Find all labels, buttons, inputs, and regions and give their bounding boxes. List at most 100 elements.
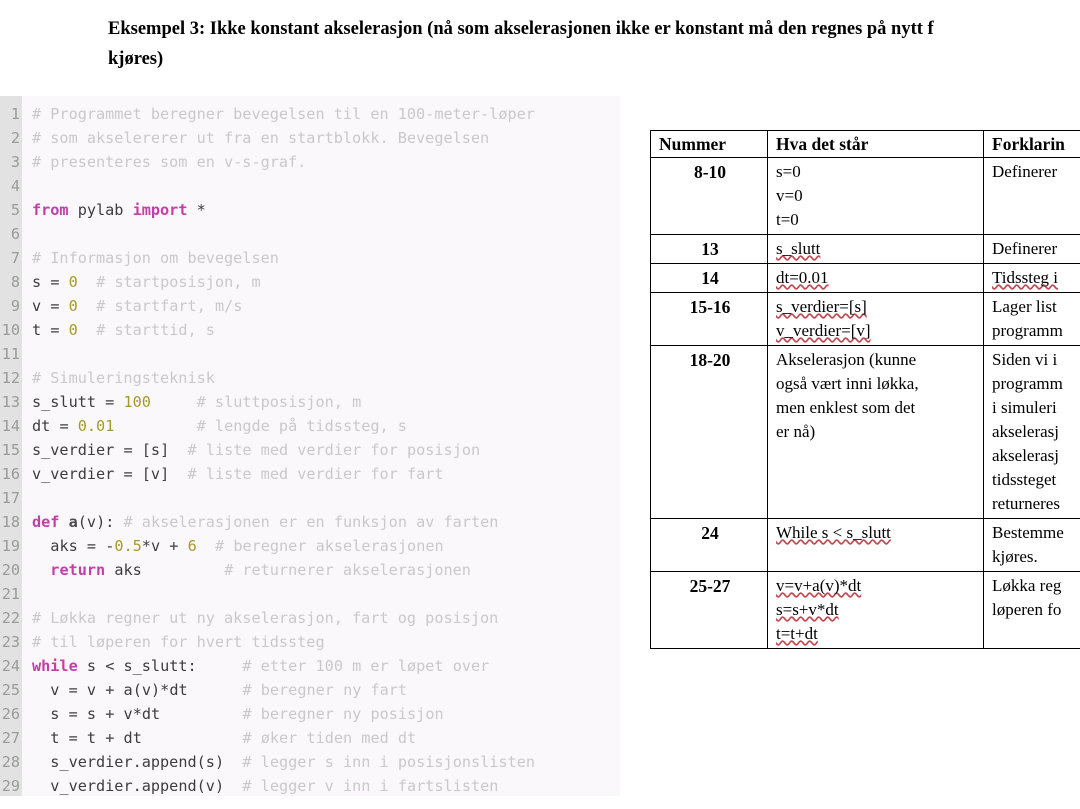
cell-text-line: Definerer bbox=[992, 239, 1058, 258]
line-number: 21 bbox=[1, 585, 20, 603]
cell-text-line: dt=0.01 bbox=[776, 268, 829, 287]
table-row: 13 s_slutt Definerer bbox=[650, 234, 1080, 264]
cell-text-line: Akselerasjon (kunne bbox=[776, 350, 917, 369]
cell-text-line: s=s+v*dt bbox=[776, 600, 839, 619]
cell-text-line: Tidssteg i bbox=[992, 268, 1058, 287]
cell-forklaring: Tidssteg i bbox=[983, 263, 1080, 293]
cell-nummer: 15-16 bbox=[650, 292, 768, 346]
line-number: 11 bbox=[1, 345, 20, 363]
explanation-table-wrapper: Nummer Hva det står Forklarin 8-10 s=0 v=0… bbox=[650, 130, 1080, 649]
cell-text-line: Siden vi i bbox=[992, 350, 1058, 369]
code-line: s_verdier = [s] # liste med verdier for … bbox=[32, 441, 481, 459]
line-number: 24 bbox=[1, 657, 20, 675]
code-line: return aks # returnerer akselerasjonen bbox=[50, 561, 471, 579]
cell-text-line: s_verdier=[s] bbox=[776, 297, 867, 316]
cell-text-line: er nå) bbox=[776, 422, 816, 441]
code-line: # presenteres som en v-s-graf. bbox=[32, 153, 307, 171]
code-line: v_verdier.append(v) # legger v inn i far… bbox=[50, 777, 499, 795]
column-header-nummer: Nummer bbox=[650, 130, 768, 158]
page-title-line-1: Eksempel 3: Ikke konstant akselerasjon (… bbox=[108, 19, 934, 39]
cell-text-line: akselerasj bbox=[992, 422, 1060, 441]
cell-forklaring: Definerer bbox=[983, 234, 1080, 264]
table-row: 8-10 s=0 v=0 t=0 Definerer bbox=[650, 157, 1080, 235]
code-line: # til løperen for hvert tidssteg bbox=[32, 633, 325, 651]
code-line: dt = 0.01 # lengde på tidssteg, s bbox=[32, 417, 407, 435]
cell-text-line: programm bbox=[992, 374, 1063, 393]
line-number: 16 bbox=[1, 465, 20, 483]
cell-text-line: men enklest som det bbox=[776, 398, 916, 417]
line-number: 8 bbox=[10, 273, 20, 291]
code-line: # Programmet beregner bevegelsen til en … bbox=[32, 105, 535, 123]
code-line: # som akselererer ut fra en startblokk. … bbox=[32, 129, 490, 147]
line-number-gutter: 1 2 3 4 5 6 7 8 9 10 11 12 13 14 15 16 17 18 19 20 21 22 23 24 2… bbox=[0, 96, 22, 796]
cell-forklaring: Lager list programm bbox=[983, 292, 1080, 346]
cell-text-line: akselerasj bbox=[992, 446, 1060, 465]
code-line: v_verdier = [v] # liste med verdier for … bbox=[32, 465, 444, 483]
code-line: from pylab import * bbox=[32, 201, 206, 219]
line-number: 17 bbox=[1, 489, 20, 507]
code-line: aks = -0.5*v + 6 # beregner akselerasjon… bbox=[50, 537, 444, 555]
line-number: 19 bbox=[1, 537, 20, 555]
line-number: 23 bbox=[1, 633, 20, 651]
line-number: 18 bbox=[1, 513, 20, 531]
line-number: 3 bbox=[10, 153, 20, 171]
cell-text-line: Lager list bbox=[992, 297, 1057, 316]
table-row: 24 While s < s_slutt Bestemme kjøres. bbox=[650, 518, 1080, 572]
cell-nummer: 18-20 bbox=[650, 345, 768, 519]
cell-nummer: 24 bbox=[650, 518, 768, 572]
cell-forklaring: Løkka reg løperen fo bbox=[983, 571, 1080, 649]
cell-text-line: t=t+dt bbox=[776, 624, 818, 643]
cell-hva-det-star: s_slutt bbox=[767, 234, 984, 264]
table-body: 8-10 s=0 v=0 t=0 Definerer 13 s_slutt Definere… bbox=[650, 157, 1080, 649]
line-number: 27 bbox=[1, 729, 20, 747]
line-number: 5 bbox=[10, 201, 20, 219]
column-header-forklaring: Forklarin bbox=[983, 130, 1080, 158]
table-row: 15-16 s_verdier=[s] v_verdier=[v] Lager lis… bbox=[650, 292, 1080, 346]
cell-text-line: Definerer bbox=[992, 162, 1058, 181]
page-title: Eksempel 3: Ikke konstant akselerasjon (… bbox=[108, 14, 1080, 74]
code-line: # Simuleringsteknisk bbox=[32, 369, 215, 387]
cell-text-line: While s < s_slutt bbox=[776, 523, 891, 542]
column-header-hva-det-star: Hva det står bbox=[767, 130, 984, 158]
code-content[interactable]: # Programmet beregner bevegelsen til en … bbox=[22, 96, 620, 796]
cell-text-line: løperen fo bbox=[992, 600, 1062, 619]
table-row: 18-20 Akselerasjon (kunne også vært inni l… bbox=[650, 345, 1080, 519]
line-number: 29 bbox=[1, 777, 20, 795]
line-number: 25 bbox=[1, 681, 20, 699]
line-number: 2 bbox=[10, 129, 20, 147]
code-line: # Løkka regner ut ny akselerasjon, fart … bbox=[32, 609, 499, 627]
cell-nummer: 13 bbox=[650, 234, 768, 264]
document-page: Eksempel 3: Ikke konstant akselerasjon (… bbox=[0, 0, 1080, 809]
cell-nummer: 14 bbox=[650, 263, 768, 293]
line-number: 28 bbox=[1, 753, 20, 771]
cell-text-line: s=0 bbox=[776, 162, 801, 181]
cell-nummer: 8-10 bbox=[650, 157, 768, 235]
cell-text-line: Løkka reg bbox=[992, 576, 1062, 595]
table-header-row: Nummer Hva det står Forklarin bbox=[650, 130, 1080, 158]
cell-hva-det-star: v=v+a(v)*dt s=s+v*dt t=t+dt bbox=[767, 571, 984, 649]
line-number: 10 bbox=[1, 321, 20, 339]
cell-text-line: v=v+a(v)*dt bbox=[776, 576, 862, 595]
line-number: 4 bbox=[10, 177, 20, 195]
cell-text-line: returneres bbox=[992, 494, 1060, 513]
cell-hva-det-star: While s < s_slutt bbox=[767, 518, 984, 572]
line-number: 22 bbox=[1, 609, 20, 627]
line-number: 12 bbox=[1, 369, 20, 387]
cell-nummer: 25-27 bbox=[650, 571, 768, 649]
cell-text-line: s_slutt bbox=[776, 239, 821, 258]
line-number: 26 bbox=[1, 705, 20, 723]
cell-text-line: v_verdier=[v] bbox=[776, 321, 871, 340]
code-line: def a(v): # akselerasjonen er en funksjo… bbox=[32, 513, 499, 531]
line-number: 13 bbox=[1, 393, 20, 411]
cell-text-line: programm bbox=[992, 321, 1063, 340]
cell-text-line: kjøres. bbox=[992, 547, 1038, 566]
cell-text-line: Bestemme bbox=[992, 523, 1064, 542]
code-editor-block[interactable]: 1 2 3 4 5 6 7 8 9 10 11 12 13 14 15 16 17 18 19 20 21 22 23 24 2… bbox=[0, 96, 620, 796]
code-line: # Informasjon om bevegelsen bbox=[32, 249, 279, 267]
cell-hva-det-star: s=0 v=0 t=0 bbox=[767, 157, 984, 235]
